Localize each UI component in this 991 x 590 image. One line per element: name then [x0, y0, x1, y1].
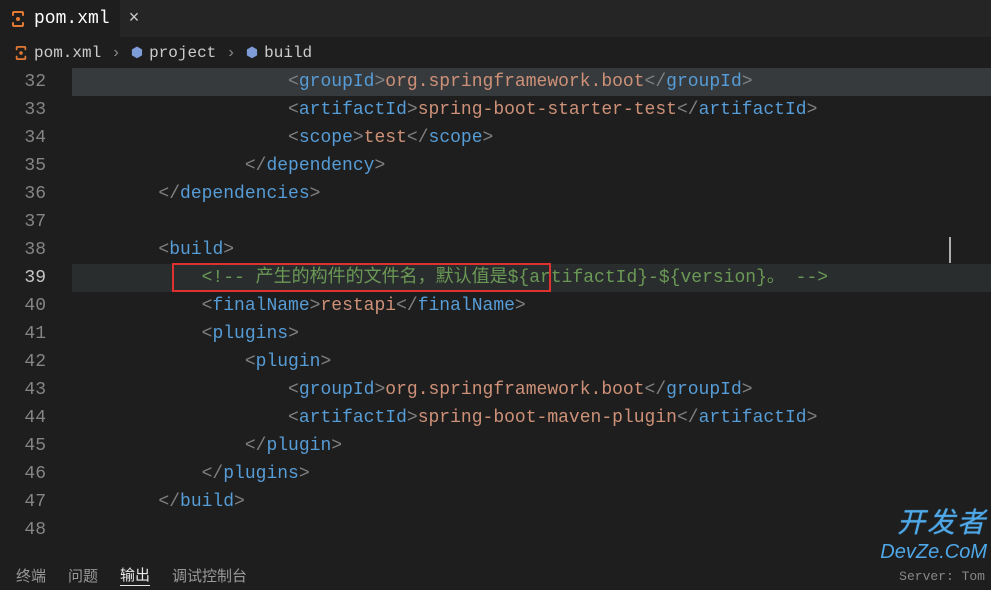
code-line[interactable]: </dependency>: [72, 152, 991, 180]
code-line[interactable]: [72, 208, 991, 236]
code-line[interactable]: </dependencies>: [72, 180, 991, 208]
line-number: 43: [0, 376, 72, 404]
code-line[interactable]: [72, 516, 991, 544]
line-number: 33: [0, 96, 72, 124]
xml-file-icon: [10, 11, 26, 27]
code-line[interactable]: </build>: [72, 488, 991, 516]
code-line[interactable]: <plugins>: [72, 320, 991, 348]
code-editor[interactable]: 32 33 34 35 36 37 38 39 40 41 42 43 44 4…: [0, 68, 991, 560]
line-number: 34: [0, 124, 72, 152]
code-line[interactable]: </plugins>: [72, 460, 991, 488]
code-line[interactable]: <artifactId>spring-boot-maven-plugin</ar…: [72, 404, 991, 432]
tab-close-button[interactable]: ×: [120, 0, 148, 37]
code-line[interactable]: </plugin>: [72, 432, 991, 460]
code-line-active[interactable]: <!-- 产生的构件的文件名，默认值是${artifactId}-${versi…: [72, 264, 991, 292]
line-number: 39: [0, 264, 72, 292]
code-line[interactable]: <artifactId>spring-boot-starter-test</ar…: [72, 96, 991, 124]
line-number: 44: [0, 404, 72, 432]
code-line[interactable]: <finalName>restapi</finalName>: [72, 292, 991, 320]
panel-tabs: 终端 问题 输出 调试控制台: [0, 560, 991, 590]
line-number: 45: [0, 432, 72, 460]
symbol-icon: ⬢: [131, 45, 143, 62]
breadcrumb-build[interactable]: ⬢ build: [246, 44, 312, 62]
breadcrumb-sep: ›: [226, 44, 236, 62]
terminal-tab[interactable]: 终端: [16, 565, 46, 586]
line-number: 32: [0, 68, 72, 96]
line-gutter: 32 33 34 35 36 37 38 39 40 41 42 43 44 4…: [0, 68, 72, 544]
line-number: 35: [0, 152, 72, 180]
tab-title: pom.xml: [34, 9, 110, 29]
close-icon: ×: [129, 9, 140, 29]
breadcrumb-project[interactable]: ⬢ project: [131, 44, 216, 62]
server-status: Server: Tom: [899, 569, 985, 584]
code-line[interactable]: <scope>test</scope>: [72, 124, 991, 152]
tab-bar: pom.xml ×: [0, 0, 991, 38]
breadcrumb: pom.xml › ⬢ project › ⬢ build: [0, 38, 991, 68]
line-number: 37: [0, 208, 72, 236]
line-number: 40: [0, 292, 72, 320]
line-number: 38: [0, 236, 72, 264]
tab-pom-xml[interactable]: pom.xml: [0, 0, 120, 37]
xml-file-icon: [14, 46, 28, 60]
code-content[interactable]: <groupId>org.springframework.boot</group…: [72, 68, 991, 544]
line-number: 46: [0, 460, 72, 488]
symbol-icon: ⬢: [246, 45, 258, 62]
problems-tab[interactable]: 问题: [68, 565, 98, 586]
code-line[interactable]: <build>: [72, 236, 991, 264]
debug-console-tab[interactable]: 调试控制台: [172, 565, 247, 586]
line-number: 48: [0, 516, 72, 544]
code-line[interactable]: <groupId>org.springframework.boot</group…: [72, 68, 991, 96]
line-number: 47: [0, 488, 72, 516]
output-tab[interactable]: 输出: [120, 564, 150, 586]
line-number: 36: [0, 180, 72, 208]
line-number: 41: [0, 320, 72, 348]
code-line[interactable]: <plugin>: [72, 348, 991, 376]
line-number: 42: [0, 348, 72, 376]
code-line[interactable]: <groupId>org.springframework.boot</group…: [72, 376, 991, 404]
breadcrumb-file[interactable]: pom.xml: [14, 44, 101, 62]
breadcrumb-sep: ›: [111, 44, 121, 62]
text-cursor: [949, 237, 951, 263]
